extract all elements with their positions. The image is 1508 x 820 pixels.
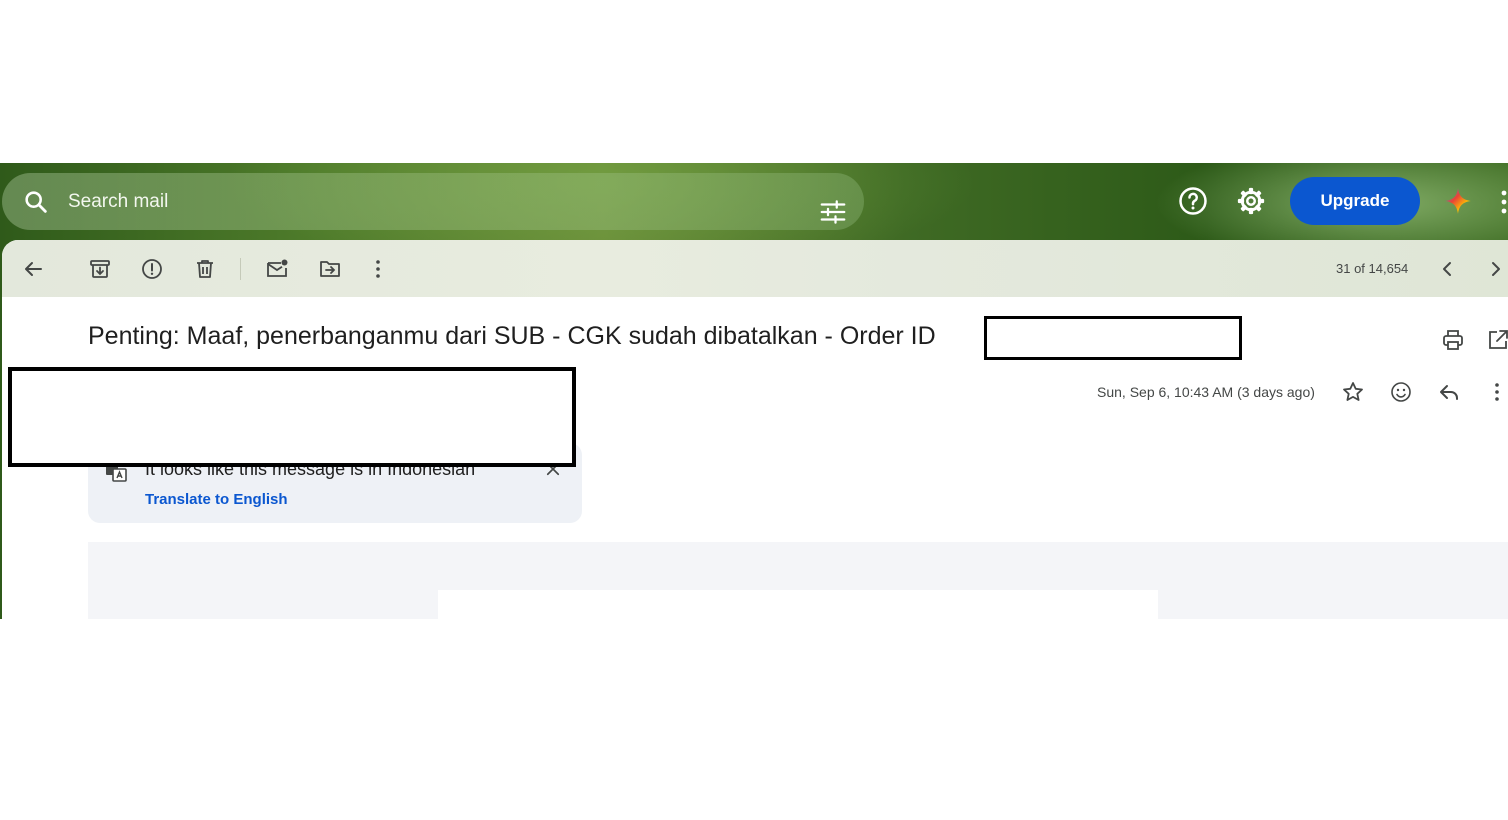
search-input[interactable] (66, 185, 790, 219)
gear-icon[interactable] (1236, 186, 1266, 216)
trash-icon[interactable] (193, 257, 217, 281)
print-icon[interactable] (1441, 328, 1465, 352)
email-subject: Penting: Maaf, penerbanganmu dari SUB - … (88, 322, 936, 350)
open-in-new-icon[interactable] (1486, 328, 1508, 352)
gmail-app: Upgrade (0, 163, 1508, 619)
email-date: Sun, Sep 6, 10:43 AM (3 days ago) (1097, 384, 1315, 400)
more-vert-icon[interactable] (366, 257, 390, 281)
tune-icon[interactable] (818, 197, 848, 227)
toolbar-divider (240, 258, 241, 280)
move-to-icon[interactable] (318, 257, 342, 281)
gemini-icon[interactable] (1444, 187, 1472, 215)
translate-link[interactable]: Translate to English (145, 491, 288, 508)
more-vert-icon[interactable] (1485, 380, 1508, 404)
chevron-left-icon[interactable] (1436, 257, 1460, 281)
apps-icon[interactable] (1500, 189, 1508, 215)
upgrade-button[interactable]: Upgrade (1290, 177, 1420, 225)
message-toolbar: 31 of 14,654 (2, 240, 1508, 297)
back-arrow-icon[interactable] (21, 257, 45, 281)
archive-icon[interactable] (88, 257, 112, 281)
report-spam-icon[interactable] (140, 257, 164, 281)
redacted-order-id (984, 316, 1242, 360)
emoji-icon[interactable] (1389, 380, 1413, 404)
chevron-right-icon[interactable] (1483, 257, 1507, 281)
mark-unread-icon[interactable] (265, 257, 289, 281)
help-icon[interactable] (1178, 186, 1208, 216)
reply-icon[interactable] (1437, 380, 1461, 404)
search-bar[interactable] (2, 173, 864, 230)
star-icon[interactable] (1341, 380, 1365, 404)
message-count: 31 of 14,654 (1336, 261, 1409, 276)
search-icon[interactable] (22, 188, 50, 216)
email-body-content (438, 590, 1158, 619)
redacted-sender (8, 367, 576, 467)
message-panel: 31 of 14,654 Penting: Maaf, penerbanganm… (2, 240, 1508, 619)
